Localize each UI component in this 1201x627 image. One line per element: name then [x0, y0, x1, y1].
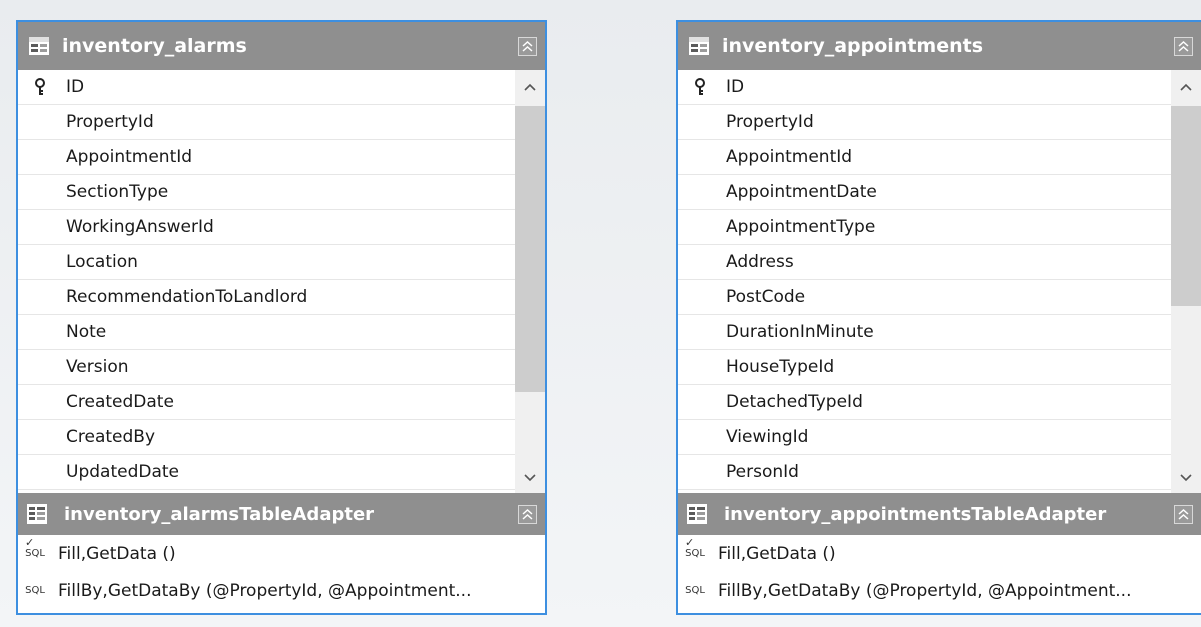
- column-name: ID: [66, 77, 85, 97]
- column-name: CreatedDate: [66, 392, 174, 412]
- column-list: ID PropertyId AppointmentId AppointmentD…: [678, 70, 1201, 493]
- column-row[interactable]: Address: [678, 245, 1201, 280]
- collapse-chevron-icon[interactable]: [518, 36, 537, 56]
- column-row[interactable]: WorkingAnswerId: [18, 210, 545, 245]
- query-text: Fill,GetData (): [718, 543, 836, 564]
- column-row[interactable]: HouseTypeId: [678, 350, 1201, 385]
- column-row[interactable]: AppointmentId: [18, 140, 545, 175]
- column-name: Version: [66, 357, 129, 377]
- column-name: Address: [726, 252, 794, 272]
- query-text: FillBy,GetDataBy (@PropertyId, @Appointm…: [58, 580, 472, 601]
- column-row[interactable]: ViewingId: [678, 420, 1201, 455]
- column-row[interactable]: CreatedDate: [18, 385, 545, 420]
- column-name: HouseTypeId: [726, 357, 835, 377]
- datatable-title: inventory_appointments: [722, 35, 984, 57]
- column-name: AppointmentId: [726, 147, 853, 167]
- column-row[interactable]: AppointmentType: [678, 210, 1201, 245]
- query-text: FillBy,GetDataBy (@PropertyId, @Appointm…: [718, 580, 1132, 601]
- column-name: UpdatedDate: [66, 462, 179, 482]
- column-row[interactable]: DetachedTypeId: [678, 385, 1201, 420]
- column-row[interactable]: AppointmentDate: [678, 175, 1201, 210]
- column-row[interactable]: SectionType: [18, 175, 545, 210]
- column-name: DetachedTypeId: [726, 392, 863, 412]
- sql-query-icon: SQL: [685, 585, 705, 596]
- column-row[interactable]: PostCode: [678, 280, 1201, 315]
- sql-query-icon: ✓ SQL: [685, 536, 705, 559]
- query-row[interactable]: SQL FillBy,GetDataBy (@PropertyId, @Appo…: [678, 572, 1201, 609]
- column-name: ViewingId: [726, 427, 809, 447]
- table-adapter-title: inventory_alarmsTableAdapter: [64, 503, 375, 525]
- column-name: Note: [66, 322, 107, 342]
- column-row[interactable]: AppointmentId: [678, 140, 1201, 175]
- query-row[interactable]: ✓ SQL Fill,GetData (): [678, 535, 1201, 572]
- datatable-inventory-appointments[interactable]: inventory_appointments ID PropertyId App…: [676, 20, 1201, 615]
- column-name: CreatedBy: [66, 427, 156, 447]
- column-row[interactable]: Note: [18, 315, 545, 350]
- column-list: ID PropertyId AppointmentId SectionType …: [18, 70, 545, 493]
- table-adapter-icon: [26, 503, 48, 525]
- scroll-up-arrow-icon[interactable]: [1171, 74, 1201, 100]
- column-name: WorkingAnswerId: [66, 217, 214, 237]
- scrollbar-thumb[interactable]: [1171, 106, 1201, 306]
- scrollbar-thumb[interactable]: [515, 106, 545, 392]
- column-name: PropertyId: [66, 112, 154, 132]
- column-row[interactable]: RecommendationToLandlord: [18, 280, 545, 315]
- table-adapter-header[interactable]: inventory_alarmsTableAdapter: [18, 493, 545, 535]
- table-adapter-header[interactable]: inventory_appointmentsTableAdapter: [678, 493, 1201, 535]
- column-row[interactable]: PropertyId: [678, 105, 1201, 140]
- query-row[interactable]: SQL FillBy,GetDataBy (@PropertyId, @Appo…: [18, 572, 545, 609]
- sql-query-icon: ✓ SQL: [25, 536, 45, 559]
- column-list-scrollbar[interactable]: [515, 70, 545, 493]
- column-name: DurationInMinute: [726, 322, 874, 342]
- collapse-chevron-icon[interactable]: [518, 504, 537, 524]
- column-name: PersonId: [726, 462, 799, 482]
- column-row[interactable]: DurationInMinute: [678, 315, 1201, 350]
- column-name: ID: [726, 77, 745, 97]
- table-icon: [28, 35, 50, 57]
- datatable-title: inventory_alarms: [62, 35, 247, 57]
- column-name: PropertyId: [726, 112, 814, 132]
- primary-key-icon: [678, 78, 722, 96]
- column-name: AppointmentId: [66, 147, 193, 167]
- collapse-chevron-icon[interactable]: [1174, 504, 1193, 524]
- query-row[interactable]: ✓ SQL Fill,GetData (): [18, 535, 545, 572]
- query-text: Fill,GetData (): [58, 543, 176, 564]
- column-name: PostCode: [726, 287, 806, 307]
- table-icon: [688, 35, 710, 57]
- column-row[interactable]: UpdatedDate: [18, 455, 545, 490]
- table-adapter-title: inventory_appointmentsTableAdapter: [724, 503, 1107, 525]
- column-row[interactable]: PersonId: [678, 455, 1201, 490]
- scroll-down-arrow-icon[interactable]: [515, 465, 545, 491]
- collapse-chevron-icon[interactable]: [1174, 36, 1193, 56]
- table-adapter-icon: [686, 503, 708, 525]
- column-name: AppointmentType: [726, 217, 876, 237]
- column-name: AppointmentDate: [726, 182, 877, 202]
- column-row[interactable]: Location: [18, 245, 545, 280]
- datatable-header[interactable]: inventory_alarms: [18, 22, 545, 70]
- scroll-down-arrow-icon[interactable]: [1171, 465, 1201, 491]
- column-row[interactable]: CreatedBy: [18, 420, 545, 455]
- column-list-scrollbar[interactable]: [1171, 70, 1201, 493]
- column-name: RecommendationToLandlord: [66, 287, 308, 307]
- column-row[interactable]: ID: [18, 70, 545, 105]
- datatable-header[interactable]: inventory_appointments: [678, 22, 1201, 70]
- column-name: SectionType: [66, 182, 169, 202]
- datatable-inventory-alarms[interactable]: inventory_alarms ID PropertyId Appointme…: [16, 20, 547, 615]
- scroll-up-arrow-icon[interactable]: [515, 74, 545, 100]
- column-row[interactable]: PropertyId: [18, 105, 545, 140]
- column-row[interactable]: Version: [18, 350, 545, 385]
- primary-key-icon: [18, 78, 62, 96]
- sql-query-icon: SQL: [25, 585, 45, 596]
- column-row[interactable]: ID: [678, 70, 1201, 105]
- column-name: Location: [66, 252, 138, 272]
